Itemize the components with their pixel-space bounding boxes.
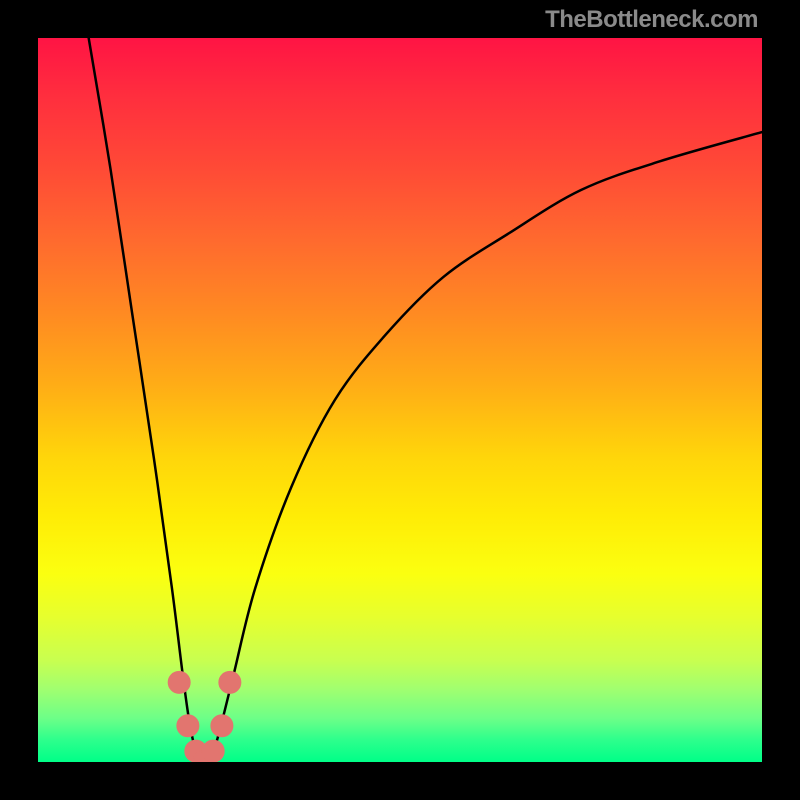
watermark-text: TheBottleneck.com [545, 6, 758, 34]
plot-background-gradient [38, 38, 762, 762]
chart-container: TheBottleneck.com [0, 0, 800, 800]
